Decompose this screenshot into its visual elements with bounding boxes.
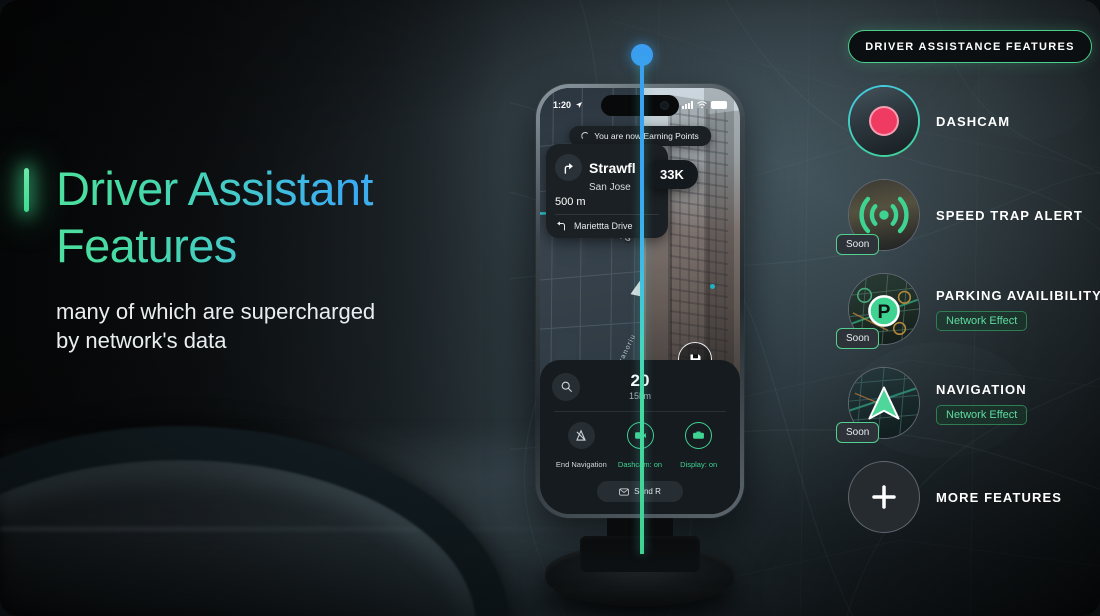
mount-shadow: [510, 592, 770, 616]
display-label: Display: on: [680, 460, 718, 469]
headline-line-1: Driver Assistant: [56, 162, 373, 215]
mail-icon: [619, 488, 629, 495]
rail-title-pill: DRIVER ASSISTANCE FEATURES: [848, 30, 1092, 63]
dashcam-thumb: [848, 85, 920, 157]
navigation-card: Strawfl San Jose 500 m Mariettta Drive: [546, 144, 668, 238]
more-features-meta: MORE FEATURES: [936, 490, 1062, 505]
location-arrow-icon: [576, 102, 583, 108]
speed-trap-thumb: Soon: [836, 179, 920, 255]
feature-label-navigation: NAVIGATION: [936, 381, 1027, 397]
display-toggle[interactable]: Display: on: [669, 422, 728, 472]
hero-copy: Driver Assistant Features many of which …: [24, 160, 494, 355]
points-badge[interactable]: 33K: [646, 160, 698, 189]
feature-item-dashcam[interactable]: DASHCAM: [848, 85, 1092, 157]
feature-rail: DRIVER ASSISTANCE FEATURES DASHCAM Soon …: [836, 30, 1100, 533]
slider-line: [640, 60, 644, 554]
page-title: Driver Assistant Features: [56, 160, 494, 275]
end-navigation-label: End Navigation: [555, 460, 607, 469]
speed-trap-meta: SPEED TRAP ALERT: [936, 208, 1083, 223]
status-time: 1:20: [553, 100, 572, 110]
parking-meta: PARKING AVAILIBILITY Network Effect: [936, 287, 1100, 331]
send-report-label: Send R: [634, 487, 661, 496]
feature-label-parking: PARKING AVAILIBILITY: [936, 287, 1100, 303]
feature-label-dashcam: DASHCAM: [936, 113, 1011, 129]
end-navigation-icon: [567, 422, 595, 449]
badge-soon-navigation: Soon: [836, 422, 880, 443]
accent-bar: [24, 168, 29, 212]
turn-right-icon: [555, 154, 582, 181]
navigation-meta: NAVIGATION Network Effect: [936, 381, 1028, 425]
cellular-bars-icon: [682, 101, 693, 109]
wifi-icon: [697, 101, 707, 109]
u-turn-left-icon: [557, 221, 565, 231]
dashcam-meta: DASHCAM: [936, 114, 1010, 129]
badge-soon-parking: Soon: [836, 328, 880, 349]
banner-text: You are now Earning Points: [594, 131, 699, 141]
feature-label-speed-trap: SPEED TRAP ALERT: [936, 207, 1083, 223]
subtitle-line-2: by network's data: [56, 327, 227, 353]
end-navigation-button[interactable]: End Navigation: [552, 422, 611, 472]
plus-icon: [848, 461, 920, 533]
nav-next-street: Mariettta Drive: [574, 221, 633, 231]
feature-item-parking-availibility[interactable]: P Soon PARKING AVAILIBILITY Network Effe…: [836, 273, 1100, 349]
tag-network-effect-navigation: Network Effect: [936, 404, 1028, 425]
feature-item-more-features[interactable]: MORE FEATURES: [848, 461, 1092, 533]
spinner-icon: [581, 132, 590, 140]
feature-label-more: MORE FEATURES: [936, 489, 1063, 505]
parking-thumb: P Soon: [836, 273, 920, 349]
more-features-thumb: [848, 461, 920, 533]
dashcam-disc: [848, 85, 920, 157]
record-dot-icon: [850, 87, 918, 155]
navigation-thumb: Soon: [836, 367, 920, 443]
hero-subtitle: many of which are supercharged by networ…: [56, 297, 494, 356]
display-icon: [685, 422, 713, 449]
feature-item-speed-trap-alert[interactable]: Soon SPEED TRAP ALERT: [836, 179, 1092, 255]
headline-line-2: Features: [56, 219, 237, 273]
subtitle-line-1: many of which are supercharged: [56, 298, 376, 324]
nav-street-name: Strawfl: [589, 159, 636, 176]
promo-slide: Driver Assistant Features many of which …: [0, 0, 1100, 616]
tag-network-effect-parking: Network Effect: [936, 310, 1028, 331]
search-icon[interactable]: [552, 372, 580, 401]
svg-text:P: P: [878, 301, 891, 323]
feature-item-navigation[interactable]: Soon NAVIGATION Network Effect: [836, 367, 1092, 443]
battery-icon: [711, 101, 727, 109]
badge-soon-speed-trap: Soon: [836, 234, 880, 255]
